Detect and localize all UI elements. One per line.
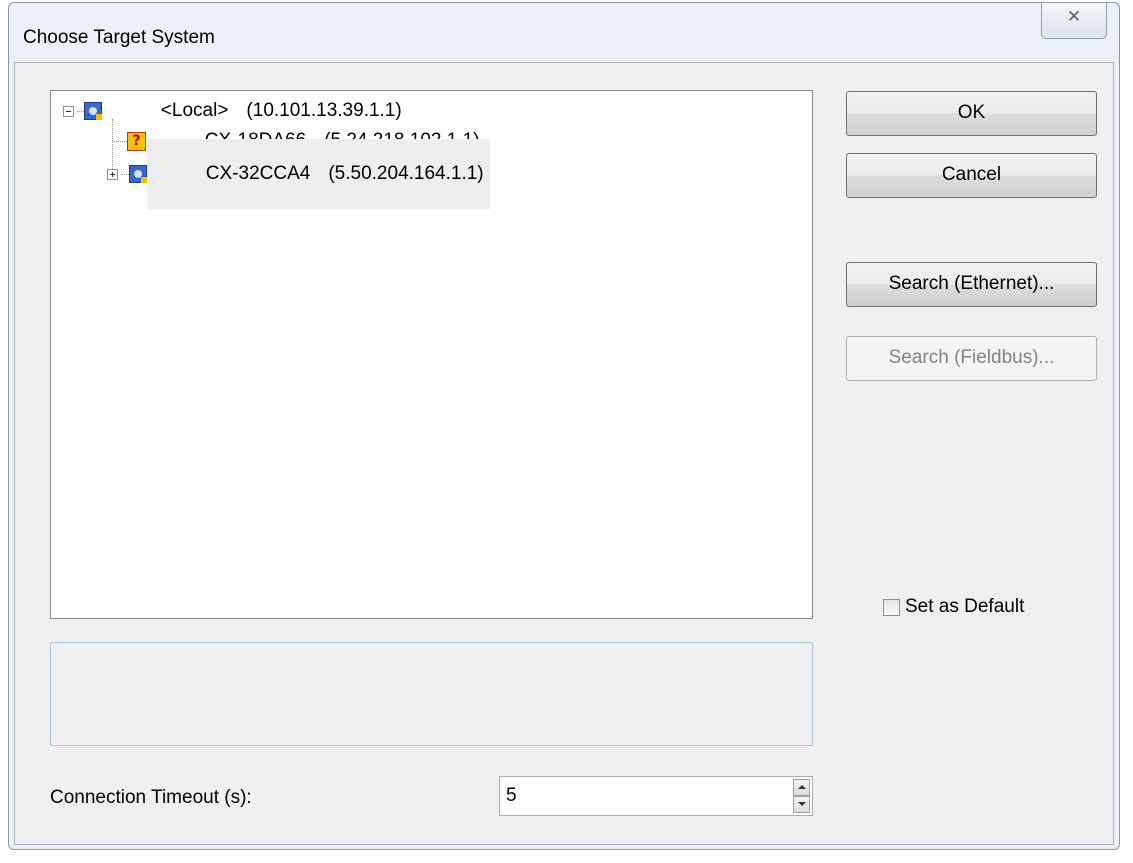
unknown-device-icon: ? <box>127 131 146 151</box>
tree-connector-line <box>121 173 129 175</box>
tree-connector-line <box>113 140 127 142</box>
tree-connector-line <box>77 110 84 112</box>
close-button[interactable]: ✕ <box>1041 3 1107 39</box>
tree-item-cx-32cca4[interactable]: CX-32CCA4 (5.50.204.164.1.1) <box>107 139 490 209</box>
connection-timeout-stepper[interactable]: 5 <box>499 776 813 816</box>
spin-down-icon[interactable] <box>793 796 810 813</box>
cancel-button[interactable]: Cancel <box>846 153 1097 198</box>
search-ethernet-button[interactable]: Search (Ethernet)... <box>846 262 1097 307</box>
connection-timeout-label: Connection Timeout (s): <box>50 787 252 808</box>
set-as-default-checkbox[interactable]: Set as Default <box>883 596 1024 618</box>
expand-icon[interactable] <box>107 168 118 180</box>
search-fieldbus-button: Search (Fieldbus)... <box>846 336 1097 381</box>
choose-target-dialog: Choose Target System ✕ <Local> (10.101.13… <box>8 2 1120 850</box>
dialog-client-area: <Local>(10.101.13.39.1.1) ? CX-18DA66(5.… <box>14 62 1114 845</box>
info-panel <box>50 642 813 746</box>
set-as-default-label: Set as Default <box>905 596 1025 617</box>
dialog-title: Choose Target System <box>23 27 215 48</box>
collapse-icon[interactable] <box>63 105 74 117</box>
computer-icon <box>84 102 102 120</box>
tree-item-name: CX-32CCA4 <box>205 163 311 184</box>
ok-button[interactable]: OK <box>846 91 1097 136</box>
checkbox-box[interactable] <box>883 598 900 616</box>
computer-icon <box>129 165 147 183</box>
timeout-value: 5 <box>506 785 517 806</box>
spin-buttons <box>793 779 810 813</box>
spin-up-icon[interactable] <box>793 779 810 796</box>
tree-item-address: (5.50.204.164.1.1) <box>328 163 484 184</box>
target-tree-view[interactable]: <Local>(10.101.13.39.1.1) ? CX-18DA66(5.… <box>50 90 813 619</box>
close-icon: ✕ <box>1066 7 1082 27</box>
title-bar[interactable]: Choose Target System ✕ <box>9 3 1119 61</box>
